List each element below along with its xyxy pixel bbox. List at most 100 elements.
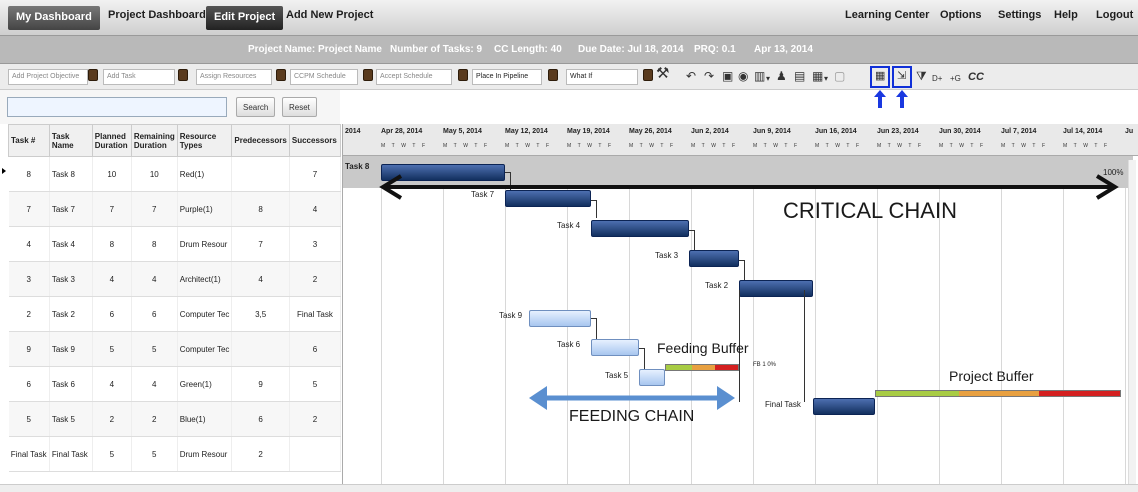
cc-length: CC Length: 40 — [494, 44, 562, 55]
nav-project-dashboard[interactable]: Project Dashboard — [108, 9, 206, 21]
tools-icon[interactable]: ⚒ — [656, 66, 669, 81]
feeding-chain-arrow-left — [529, 386, 547, 410]
cell-successors: 5 — [289, 366, 342, 402]
cell-successors: 6 — [289, 331, 342, 367]
nav-settings[interactable]: Settings — [998, 9, 1041, 21]
add-task-dropdown[interactable]: Add Task — [103, 69, 175, 85]
assign-resources-button[interactable] — [276, 69, 286, 81]
accept-schedule-dropdown[interactable]: Accept Schedule — [376, 69, 452, 85]
table-row[interactable]: 4 Task 4 8 8 Drum Resour 7 3 — [8, 226, 342, 262]
add-project-objective-button[interactable] — [88, 69, 98, 81]
filter-1-button[interactable]: D+ — [932, 72, 942, 86]
calendar-icon[interactable]: ▥ — [754, 69, 765, 83]
cell-resource: Blue(1) — [177, 401, 233, 437]
col-remaining-duration[interactable]: Remaining Duration — [130, 124, 178, 157]
col-task-name[interactable]: Task Name — [48, 124, 93, 157]
toolbar: Add Project Objective Add Task Assign Re… — [0, 64, 1138, 90]
vertical-scrollbar[interactable] — [1128, 160, 1136, 484]
undo-icon[interactable]: ↶ — [686, 69, 696, 83]
cell-remaining: 6 — [131, 296, 178, 332]
chevron-down-icon[interactable]: ▾ — [766, 72, 770, 86]
cell-task-name[interactable]: Task 5 — [49, 401, 93, 437]
add-task-button[interactable] — [178, 69, 188, 81]
due-date: Due Date: Jul 18, 2014 — [578, 44, 684, 55]
cell-task-name[interactable]: Final Task — [49, 436, 93, 472]
nav-logout[interactable]: Logout — [1096, 9, 1133, 21]
feeding-buffer-annotation: Feeding Buffer — [657, 340, 749, 356]
table-row[interactable]: Final Task Final Task 5 5 Drum Resour 2 — [8, 436, 342, 472]
assign-resources-dropdown[interactable]: Assign Resources — [196, 69, 272, 85]
chart-icon[interactable]: ▤ — [794, 69, 805, 83]
col-resource-types[interactable]: Resource Types — [176, 124, 233, 157]
gantt-view-icon[interactable]: ▦ — [875, 69, 885, 83]
cell-task-name[interactable]: Task 6 — [49, 366, 93, 402]
table-row[interactable]: 9 Task 9 5 5 Computer Tec 6 — [8, 331, 342, 367]
col-planned-duration[interactable]: Planned Duration — [91, 124, 132, 157]
what-if-dropdown[interactable]: What If — [566, 69, 638, 85]
table-row[interactable]: 6 Task 6 4 4 Green(1) 9 5 — [8, 366, 342, 402]
cell-task-number: 4 — [8, 226, 50, 262]
horizontal-scrollbar[interactable] — [0, 484, 1138, 492]
cell-predecessors: 4 — [231, 261, 290, 297]
cell-planned: 10 — [92, 156, 132, 192]
search-input[interactable] — [7, 97, 227, 117]
col-task-number[interactable]: Task # — [8, 124, 50, 157]
cell-task-name[interactable]: Task 8 — [49, 156, 93, 192]
col-successors[interactable]: Successors — [288, 124, 342, 157]
redo-icon[interactable]: ↷ — [704, 69, 714, 83]
ccpm-schedule-dropdown[interactable]: CCPM Schedule — [290, 69, 358, 85]
cell-remaining: 8 — [131, 226, 178, 262]
nav-help[interactable]: Help — [1054, 9, 1078, 21]
cell-resource: Purple(1) — [177, 191, 233, 227]
lightbulb-icon[interactable]: ◉ — [738, 69, 748, 83]
cell-predecessors: 3,5 — [231, 296, 290, 332]
table-row[interactable]: 3 Task 3 4 4 Architect(1) 4 2 — [8, 261, 342, 297]
grid-icon[interactable]: ▦ — [812, 69, 823, 83]
filter-icon[interactable]: ⧩ — [916, 69, 927, 83]
add-project-objective-dropdown[interactable]: Add Project Objective — [8, 69, 88, 85]
cell-planned: 6 — [92, 296, 132, 332]
cell-task-name[interactable]: Task 4 — [49, 226, 93, 262]
cell-task-name[interactable]: Task 3 — [49, 261, 93, 297]
ccpm-schedule-button[interactable] — [363, 69, 373, 81]
col-predecessors[interactable]: Predecessors — [231, 124, 290, 157]
cell-task-name[interactable]: Task 9 — [49, 331, 93, 367]
cell-task-name[interactable]: Task 7 — [49, 191, 93, 227]
nav-options[interactable]: Options — [940, 9, 982, 21]
cc-button[interactable]: CC — [968, 70, 984, 84]
cell-predecessors: 7 — [231, 226, 290, 262]
save-icon[interactable]: ▣ — [722, 69, 733, 83]
current-row-marker — [2, 168, 6, 174]
nav-add-new-project[interactable]: Add New Project — [286, 9, 373, 21]
place-in-pipeline-dropdown[interactable]: Place In Pipeline — [472, 69, 542, 85]
accept-schedule-button[interactable] — [458, 69, 468, 81]
indent-icon[interactable]: ⇲ — [897, 69, 906, 83]
annotation-overlay — [379, 174, 1119, 410]
search-button[interactable]: Search — [236, 97, 276, 117]
cell-task-name[interactable]: Task 2 — [49, 296, 93, 332]
table-row[interactable]: 2 Task 2 6 6 Computer Tec 3,5 Final Task — [8, 296, 342, 332]
place-in-pipeline-button[interactable] — [548, 69, 558, 81]
table-row[interactable]: 7 Task 7 7 7 Purple(1) 8 4 — [8, 191, 342, 227]
critical-chain-annotation: CRITICAL CHAIN — [783, 198, 957, 223]
cell-planned: 4 — [92, 261, 132, 297]
reset-button[interactable]: Reset — [282, 97, 317, 117]
cell-task-number: 5 — [8, 401, 50, 437]
table-row[interactable]: 8 Task 8 10 10 Red(1) 7 — [8, 156, 342, 192]
filter-2-button[interactable]: +G — [950, 72, 961, 86]
number-of-tasks: Number of Tasks: 9 — [390, 44, 483, 55]
people-icon[interactable]: ♟ — [776, 69, 787, 83]
chevron-down-icon[interactable]: ▾ — [824, 72, 828, 86]
cell-successors: 2 — [289, 261, 342, 297]
cell-task-number: 3 — [8, 261, 50, 297]
nav-my-dashboard[interactable]: My Dashboard — [8, 6, 100, 30]
table-row[interactable]: 5 Task 5 2 2 Blue(1) 6 2 — [8, 401, 342, 437]
top-nav: My Dashboard Project Dashboard Edit Proj… — [0, 0, 1138, 36]
cell-successors: 7 — [289, 156, 342, 192]
cell-resource: Red(1) — [177, 156, 233, 192]
nav-edit-project[interactable]: Edit Project — [206, 6, 284, 30]
cell-resource: Green(1) — [177, 366, 233, 402]
what-if-button[interactable] — [643, 69, 653, 81]
nav-learning-center[interactable]: Learning Center — [845, 9, 929, 21]
copy-icon[interactable]: ▢ — [834, 69, 845, 83]
